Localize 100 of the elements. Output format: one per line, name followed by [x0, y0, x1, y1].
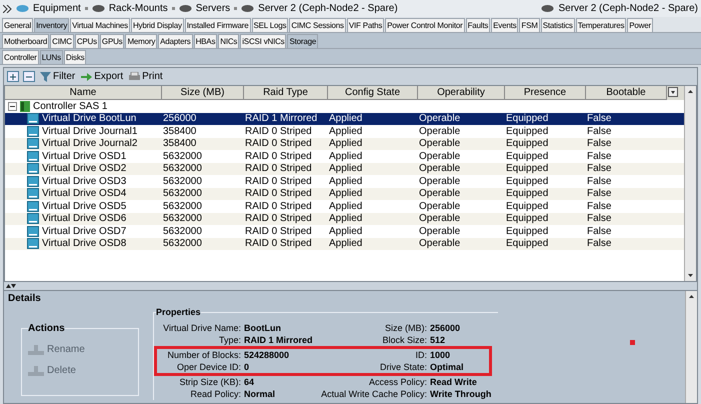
- separator-icon: [172, 7, 175, 10]
- table-cell-text: Virtual Drive OSD7: [42, 224, 126, 238]
- tab[interactable]: Adapters: [158, 34, 193, 48]
- property-label: Access Policy:: [368, 376, 427, 388]
- toolbar-button[interactable]: Filter: [39, 69, 76, 84]
- separator-icon: [234, 7, 238, 10]
- splitter-arrows-icon[interactable]: [6, 283, 16, 289]
- expand-arrows-icon[interactable]: [3, 4, 12, 12]
- table-cell: 5632000: [163, 150, 202, 162]
- column-header[interactable]: Raid Type: [244, 86, 328, 100]
- funnel-icon: [40, 72, 51, 82]
- table-cell: Equipped: [506, 150, 548, 162]
- collapse-all-button[interactable]: [23, 71, 35, 82]
- tab[interactable]: General: [2, 18, 34, 32]
- table-cell: Applied: [329, 138, 362, 150]
- tab[interactable]: CIMC: [50, 34, 74, 48]
- table-cell: RAID 0 Striped: [245, 213, 312, 224]
- column-header[interactable]: Name: [5, 86, 162, 100]
- breadcrumb-link[interactable]: Servers: [196, 1, 230, 16]
- scrollbar[interactable]: [685, 291, 697, 403]
- tab[interactable]: Temperatures: [576, 18, 626, 32]
- drive-icon: [27, 150, 39, 162]
- table-cell-text: Virtual Drive OSD3: [42, 174, 126, 188]
- column-header[interactable]: Bootable: [586, 86, 667, 100]
- breadcrumb-link[interactable]: Equipment: [33, 1, 81, 16]
- property-label: Number of Blocks:: [166, 348, 241, 360]
- table-cell: Applied: [329, 188, 362, 200]
- tab[interactable]: GPUs: [100, 34, 124, 48]
- breadcrumb-link[interactable]: Rack-Mounts: [108, 1, 168, 16]
- property-value: RAID 1 Mirrored: [243, 334, 311, 346]
- tab[interactable]: Storage: [287, 34, 318, 48]
- table-cell: False: [587, 200, 612, 212]
- table-cell: Applied: [329, 176, 362, 187]
- table-cell: Operable: [419, 213, 460, 224]
- tab[interactable]: SEL Logs: [252, 18, 288, 32]
- table-cell: False: [587, 176, 612, 187]
- tab[interactable]: Faults: [466, 18, 490, 32]
- tab[interactable]: Virtual Machines: [70, 18, 130, 32]
- expand-all-button[interactable]: [7, 71, 19, 82]
- tab[interactable]: Statistics: [540, 18, 575, 32]
- table-cell: Operable: [419, 138, 460, 150]
- table-cell: Operable: [419, 200, 460, 212]
- drive-icon: [27, 176, 39, 187]
- toolbar-button[interactable]: Print: [128, 69, 164, 84]
- tab[interactable]: FSM: [519, 18, 540, 32]
- table-row[interactable]: Virtual Drive OSD6 5632000 RAID 0 Striped Applied Operable Equipped False: [5, 212, 684, 225]
- property-value: 256000: [429, 322, 460, 334]
- tab[interactable]: Memory: [125, 34, 158, 48]
- column-header[interactable]: Operability: [418, 86, 505, 100]
- table-cell: Equipped: [506, 176, 548, 187]
- table-cell: Applied: [329, 213, 362, 224]
- column-header[interactable]: Config State: [328, 86, 418, 100]
- table-cell: 5632000: [163, 213, 202, 224]
- property-value: Optimal: [429, 360, 464, 372]
- tab[interactable]: Inventory: [34, 18, 70, 32]
- property-value: 524288000: [243, 348, 290, 360]
- property-label: Oper Device ID:: [176, 360, 241, 372]
- tab[interactable]: CPUs: [74, 34, 99, 48]
- property-label: Block Size:: [381, 334, 427, 346]
- tab[interactable]: Motherboard: [2, 34, 50, 48]
- tab[interactable]: Disks: [64, 50, 86, 64]
- tab[interactable]: VIF Paths: [346, 18, 384, 32]
- tab[interactable]: LUNs: [40, 50, 63, 64]
- toolbar-button[interactable]: Export: [80, 69, 124, 84]
- table-row[interactable]: Virtual Drive OSD8 5632000 RAID 0 Striped Applied Operable Equipped False: [5, 238, 684, 250]
- property-value: BootLun: [243, 322, 282, 334]
- table-cell: Applied: [329, 226, 362, 237]
- property-value: 0: [243, 360, 250, 372]
- table-cell: Equipped: [506, 213, 548, 224]
- collapse-toggle[interactable]: [8, 102, 17, 111]
- column-header[interactable]: Presence: [505, 86, 586, 100]
- table-cell: RAID 0 Striped: [245, 138, 312, 150]
- tab[interactable]: Power: [627, 18, 653, 32]
- table-cell: RAID 0 Striped: [245, 163, 312, 174]
- tab[interactable]: Controller: [2, 50, 39, 64]
- column-chooser-icon[interactable]: [667, 86, 679, 99]
- tab[interactable]: iSCSI vNICs: [240, 34, 286, 48]
- tab[interactable]: NICs: [218, 34, 240, 48]
- table-cell: Operable: [419, 176, 460, 187]
- tab[interactable]: Events: [491, 18, 518, 32]
- drive-icon: [27, 138, 39, 150]
- table-row[interactable]: Virtual Drive OSD2 5632000 RAID 0 Striped Applied Operable Equipped False: [5, 162, 684, 175]
- table-cell: False: [587, 126, 612, 137]
- table-cell-text: Virtual Drive OSD6: [42, 212, 126, 226]
- tree-item[interactable]: Controller SAS 1: [33, 98, 108, 114]
- table-cell: 5632000: [163, 188, 202, 200]
- tab[interactable]: Hybrid Display: [130, 18, 184, 32]
- tab[interactable]: HBAs: [194, 34, 218, 48]
- tab[interactable]: Power Control Monitor: [385, 18, 465, 32]
- table-cell: Applied: [329, 163, 362, 174]
- table-row[interactable]: Virtual Drive BootLun 256000 RAID 1 Mirrored Applied Operable Equipped False: [5, 112, 684, 125]
- breadcrumb-link[interactable]: Server 2 (Ceph-Node2 - Spare): [258, 1, 398, 16]
- table-row[interactable]: Virtual Drive OSD4 5632000 RAID 0 Striped Applied Operable Equipped False: [5, 188, 684, 200]
- tab[interactable]: Installed Firmware: [184, 18, 251, 32]
- tab[interactable]: CIMC Sessions: [289, 18, 346, 32]
- column-header[interactable]: Size (MB): [162, 86, 244, 100]
- table-row[interactable]: Virtual Drive Journal2 358400 RAID 0 Striped Applied Operable Equipped False: [5, 138, 684, 150]
- scrollbar[interactable]: [684, 86, 696, 281]
- drive-icon: [27, 200, 39, 212]
- plus-icon: [10, 74, 16, 80]
